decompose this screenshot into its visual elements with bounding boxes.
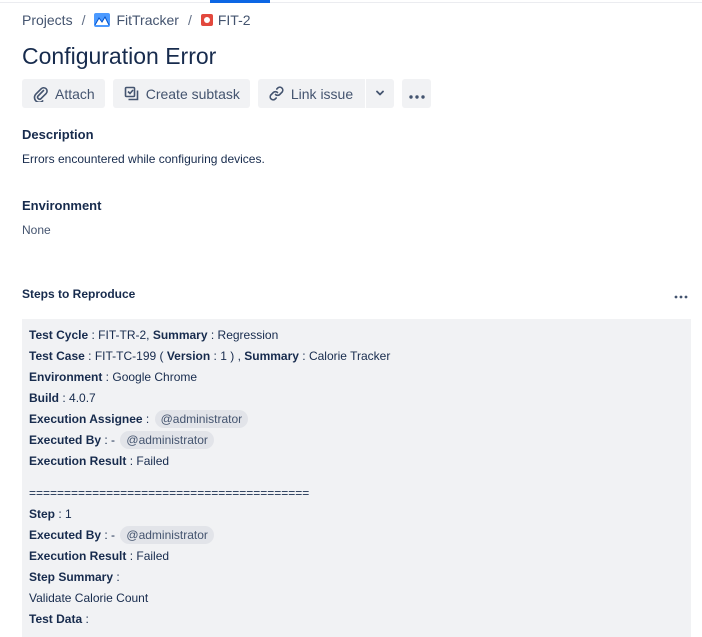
step-result-line: Execution Result : Failed [29, 549, 170, 563]
test-case-line: Test Case : FIT-TC-199 ( Version : 1 ) ,… [29, 349, 391, 363]
breadcrumb-project-label: FitTracker [116, 12, 179, 28]
version-value: 1 [220, 349, 227, 363]
test-data-line: Test Data : [29, 612, 89, 626]
test-data-label: Test Data [29, 612, 83, 626]
test-case-value: FIT-TC-199 [94, 349, 157, 363]
build-line: Build : 4.0.7 [29, 391, 96, 405]
summary-label: Summary [152, 328, 208, 342]
environment-value[interactable]: None [22, 223, 51, 237]
steps-more-button[interactable] [672, 288, 690, 302]
assignee-line: Execution Assignee : @administrator [29, 409, 684, 430]
active-tab-indicator [210, 0, 270, 3]
step-executed-by-mention[interactable]: @administrator [120, 526, 214, 544]
more-icon [408, 86, 425, 102]
link-icon [268, 85, 285, 102]
executed-by-prefix: - [111, 433, 116, 447]
breadcrumb-issue-key: FIT-2 [217, 12, 251, 28]
assignee-label: Execution Assignee [29, 412, 143, 426]
more-actions-button[interactable] [402, 79, 432, 108]
step-label: Step [29, 507, 56, 521]
bug-icon [200, 14, 213, 26]
subtask-icon [123, 85, 140, 102]
divider-text: ======================================== [29, 486, 310, 500]
execution-result-label: Execution Result [29, 454, 127, 468]
breadcrumb-separator: / [81, 12, 86, 28]
assignee-mention[interactable]: @administrator [154, 410, 249, 428]
link-issue-dropdown-button[interactable] [366, 79, 395, 108]
environment-field-label: Environment [29, 370, 103, 384]
link-issue-group: Link issue [257, 79, 395, 108]
breadcrumb-separator: / [187, 12, 192, 28]
step-executed-by-label: Executed By [29, 528, 102, 542]
environment-field-value: Google Chrome [112, 370, 198, 384]
build-value: 4.0.7 [69, 391, 96, 405]
version-label: Version [166, 349, 211, 363]
test-cycle-label: Test Cycle [29, 328, 89, 342]
step-result-label: Execution Result [29, 549, 127, 563]
step-executed-by-prefix: - [111, 528, 116, 542]
build-label: Build [29, 391, 59, 405]
step-executed-by-line: Executed By : - @administrator [29, 525, 684, 546]
chevron-down-icon [374, 86, 386, 102]
link-issue-button[interactable]: Link issue [257, 79, 366, 108]
step-summary-line: Step Summary : [29, 570, 120, 584]
steps-to-reproduce-panel[interactable]: Test Cycle : FIT-TR-2, Summary : Regress… [22, 319, 691, 637]
step-value: 1 [65, 507, 72, 521]
environment-label: Environment [22, 198, 102, 213]
execution-result-value: Failed [136, 454, 170, 468]
create-subtask-label: Create subtask [145, 85, 240, 102]
execution-result-line: Execution Result : Failed [29, 454, 170, 468]
create-subtask-button[interactable]: Create subtask [112, 79, 250, 108]
top-divider [0, 2, 702, 3]
test-case-label: Test Case [29, 349, 85, 363]
fittracker-project-icon [94, 13, 111, 27]
more-icon [674, 286, 688, 304]
steps-to-reproduce-label: Steps to Reproduce [22, 287, 136, 301]
description-label: Description [22, 127, 94, 142]
executed-by-label: Executed By [29, 433, 102, 447]
attach-button[interactable]: Attach [22, 79, 105, 108]
step-summary-value: Validate Calorie Count [29, 591, 149, 605]
attach-label: Attach [55, 85, 95, 102]
page-title[interactable]: Configuration Error [22, 43, 216, 70]
executed-by-line: Executed By : - @administrator [29, 430, 684, 451]
breadcrumb-issue[interactable]: FIT-2 [200, 12, 251, 28]
step-result-value: Failed [136, 549, 170, 563]
breadcrumb: Projects / FitTracker / FIT-2 [22, 12, 251, 28]
issue-toolbar: Attach Create subtask Link issue [22, 79, 439, 108]
cycle-summary: Regression [217, 328, 279, 342]
paperclip-icon [32, 85, 49, 102]
summary-label: Summary [244, 349, 299, 363]
environment-line: Environment : Google Chrome [29, 370, 198, 384]
test-cycle-value: FIT-TR-2, [98, 328, 150, 342]
breadcrumb-project[interactable]: FitTracker [94, 12, 179, 28]
case-summary: Calorie Tracker [308, 349, 391, 363]
step-line: Step : 1 [29, 507, 72, 521]
executed-by-mention[interactable]: @administrator [120, 431, 214, 449]
link-issue-label: Link issue [290, 85, 354, 102]
step-summary-label: Step Summary [29, 570, 114, 584]
description-text[interactable]: Errors encountered while configuring dev… [22, 152, 265, 166]
test-cycle-line: Test Cycle : FIT-TR-2, Summary : Regress… [29, 328, 279, 342]
breadcrumb-projects[interactable]: Projects [22, 12, 73, 28]
